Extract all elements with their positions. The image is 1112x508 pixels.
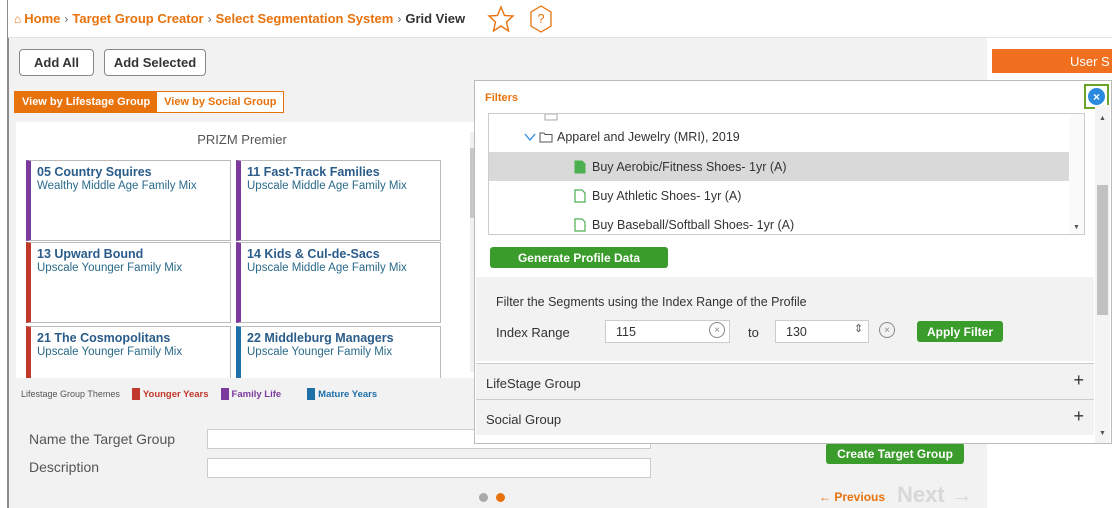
chevron-down-icon[interactable] (524, 132, 536, 142)
view-by-lifestage-tab[interactable]: View by Lifestage Group (15, 92, 158, 112)
svg-text:?: ? (537, 11, 544, 26)
breadcrumb-current: Grid View (405, 11, 466, 26)
breadcrumb: ⌂ Home › Target Group Creator › Select S… (8, 0, 1112, 38)
file-icon (574, 217, 586, 232)
index-range-instructions: Filter the Segments using the Index Rang… (496, 295, 807, 309)
apply-filter-button[interactable]: Apply Filter (917, 321, 1003, 342)
user-tab[interactable]: User S (992, 49, 1112, 73)
lifestage-group-accordion[interactable]: LifeStage Group + (476, 363, 1094, 399)
index-to-label: to (748, 325, 759, 340)
spinner-icon[interactable]: ⇕ (854, 322, 863, 335)
legend-label-mature: Mature Years (318, 388, 378, 400)
tree-item-label: Buy Aerobic/Fitness Shoes- 1yr (A) (592, 159, 787, 174)
legend-swatch-family (220, 388, 229, 400)
segment-desc: Wealthy Middle Age Family Mix (37, 180, 197, 192)
segment-grid: PRIZM Premier 05 Country Squires Wealthy… (16, 122, 482, 378)
tree-row-item[interactable]: Buy Athletic Shoes- 1yr (A) (489, 181, 1069, 210)
next-button[interactable]: Next → (897, 482, 973, 508)
tree-item-label: Buy Athletic Shoes- 1yr (A) (592, 188, 742, 203)
tree-scrollbar[interactable]: ▼ (1070, 114, 1084, 234)
tree-row-category[interactable]: Apparel and Jewelry (MRI), 2019 (489, 122, 1069, 151)
help-icon[interactable]: ? (529, 4, 553, 33)
grid-title: PRIZM Premier (197, 132, 287, 147)
segment-desc: Upscale Younger Family Mix (247, 346, 393, 358)
folder-icon (544, 114, 558, 121)
scroll-down-arrow-icon[interactable]: ▼ (1099, 430, 1106, 437)
tree-row-item[interactable]: Buy Aerobic/Fitness Shoes- 1yr (A) (489, 152, 1069, 181)
view-by-social-tab[interactable]: View by Social Group (157, 92, 283, 112)
breadcrumb-separator: › (64, 11, 69, 26)
folder-icon (539, 132, 553, 142)
page-dot[interactable] (479, 493, 488, 502)
segment-card[interactable]: 22 Middleburg Managers Upscale Younger F… (236, 326, 441, 378)
segment-name: 05 Country Squires (37, 165, 152, 179)
add-selected-button[interactable]: Add Selected (104, 49, 206, 76)
breadcrumb-separator: › (397, 11, 402, 26)
breadcrumb-select-segmentation[interactable]: Select Segmentation System (216, 11, 394, 26)
segment-card[interactable]: 13 Upward Bound Upscale Younger Family M… (26, 242, 231, 323)
segment-desc: Upscale Middle Age Family Mix (247, 180, 407, 192)
tree-item-label: Buy Baseball/Softball Shoes- 1yr (A) (592, 217, 795, 232)
description-label: Description (29, 459, 100, 475)
create-target-group-button[interactable]: Create Target Group (826, 443, 964, 464)
segment-desc: Upscale Younger Family Mix (37, 346, 183, 358)
legend-title: Lifestage Group Themes (21, 389, 120, 399)
previous-button[interactable]: ← Previous (819, 490, 885, 504)
breadcrumb-target-group-creator[interactable]: Target Group Creator (72, 11, 203, 26)
clear-to-icon[interactable]: × (879, 322, 895, 338)
filters-scrollbar-thumb[interactable] (1097, 185, 1108, 315)
home-icon[interactable]: ⌂ (14, 12, 21, 26)
page-dot-active[interactable] (496, 493, 505, 502)
close-icon: × (1088, 88, 1105, 105)
star-icon[interactable] (487, 4, 515, 33)
legend-label-younger: Younger Years (142, 388, 209, 400)
segment-desc: Upscale Middle Age Family Mix (247, 262, 407, 274)
generate-profile-button[interactable]: Generate Profile Data (490, 247, 668, 268)
legend: Lifestage Group Themes Younger Years Fam… (21, 388, 377, 400)
index-range-label: Index Range (496, 325, 570, 340)
scroll-down-arrow-icon[interactable]: ▼ (1073, 224, 1080, 231)
social-group-accordion[interactable]: Social Group + (476, 399, 1094, 435)
breadcrumb-separator: › (207, 11, 212, 26)
accordion-label: LifeStage Group (486, 376, 581, 391)
tree-row-item[interactable]: Buy Baseball/Softball Shoes- 1yr (A) (489, 210, 1069, 234)
segment-name: 13 Upward Bound (37, 247, 144, 261)
legend-swatch-mature (307, 388, 316, 400)
file-icon (574, 188, 586, 203)
plus-icon[interactable]: + (1073, 370, 1084, 391)
filters-scrollbar[interactable]: ▲ ▼ (1095, 105, 1110, 443)
tree-row-partial (489, 114, 1069, 122)
segment-card[interactable]: 21 The Cosmopolitans Upscale Younger Fam… (26, 326, 231, 378)
segment-card[interactable]: 14 Kids & Cul-de-Sacs Upscale Middle Age… (236, 242, 441, 323)
legend-swatch-younger (131, 388, 140, 400)
segment-name: 21 The Cosmopolitans (37, 331, 171, 345)
segment-card[interactable]: 05 Country Squires Wealthy Middle Age Fa… (26, 160, 231, 241)
tree-category-label: Apparel and Jewelry (MRI), 2019 (557, 129, 740, 144)
scroll-up-arrow-icon[interactable]: ▲ (1099, 115, 1106, 122)
segment-desc: Upscale Younger Family Mix (37, 262, 183, 274)
name-label: Name the Target Group (29, 431, 176, 447)
view-toggle: View by Lifestage Group View by Social G… (14, 91, 285, 113)
segment-name: 22 Middleburg Managers (247, 331, 394, 345)
plus-icon[interactable]: + (1073, 406, 1084, 427)
description-input[interactable] (207, 458, 651, 478)
segment-name: 14 Kids & Cul-de-Sacs (247, 247, 380, 261)
filters-title: Filters (485, 92, 519, 104)
segment-name: 11 Fast-Track Families (247, 165, 380, 179)
pagination-dots (479, 493, 505, 502)
breadcrumb-home[interactable]: Home (24, 11, 60, 26)
add-all-button[interactable]: Add All (19, 49, 94, 76)
clear-from-icon[interactable]: × (709, 322, 725, 338)
category-tree: Apparel and Jewelry (MRI), 2019 Buy Aero… (488, 113, 1085, 235)
filters-popup: Filters × Apparel and Jewelry (MRI), 201… (474, 80, 1112, 444)
legend-label-family: Family Life (231, 388, 282, 400)
file-icon (574, 160, 586, 173)
index-range-section: Filter the Segments using the Index Rang… (476, 277, 1094, 361)
accordion-label: Social Group (486, 412, 562, 427)
segment-card[interactable]: 11 Fast-Track Families Upscale Middle Ag… (236, 160, 441, 241)
